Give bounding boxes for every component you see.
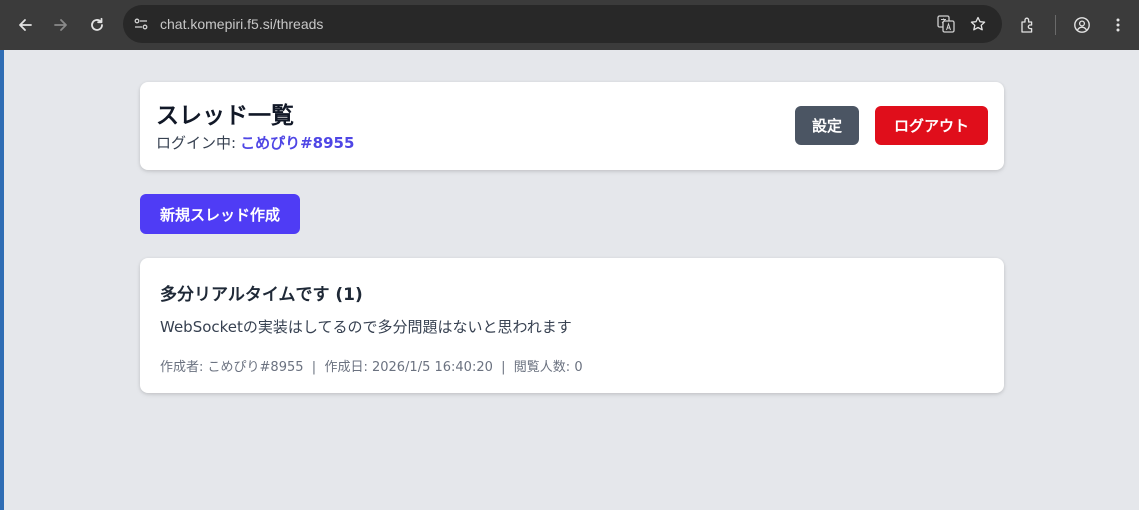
bookmark-star-icon[interactable] [966, 12, 990, 36]
settings-button[interactable]: 設定 [795, 106, 859, 145]
meta-separator: | [501, 360, 506, 375]
thread-preview: WebSocketの実装はしてるので多分問題はないと思われます [160, 318, 572, 336]
logout-button[interactable]: ログアウト [875, 106, 988, 145]
username: こめぴり#8955 [240, 134, 355, 152]
header-card: スレッド一覧 ログイン中: こめぴり#8955 設定 ログアウト [140, 82, 1004, 170]
meta-separator: | [311, 360, 317, 375]
thread-author: こめぴり#8955 [207, 360, 304, 375]
thread-title[interactable]: 多分リアルタイムです (1) [160, 280, 363, 305]
forward-arrow-icon[interactable] [49, 13, 73, 37]
url-text[interactable]: chat.komepiri.f5.si/threads [160, 5, 323, 43]
new-thread-button[interactable]: 新規スレッド作成 [140, 194, 300, 234]
toolbar-separator [1055, 15, 1056, 35]
address-bar[interactable]: chat.komepiri.f5.si/threads [123, 5, 1002, 43]
translate-icon[interactable] [934, 12, 958, 36]
author-label: 作成者: [160, 360, 204, 375]
profile-icon[interactable] [1070, 13, 1094, 37]
thread-view-count: 0 [574, 360, 583, 375]
page-title: スレッド一覧 [156, 103, 294, 129]
thread-card[interactable]: 多分リアルタイムです (1) WebSocketの実装はしてるので多分問題はない… [140, 258, 1004, 393]
thread-created-date: 2026/1/5 16:40:20 [371, 360, 493, 375]
site-settings-icon[interactable] [129, 12, 153, 36]
thread-meta: 作成者: こめぴり#8955 | 作成日: 2026/1/5 16:40:20 … [160, 356, 583, 375]
extensions-icon[interactable] [1016, 13, 1040, 37]
login-label: ログイン中: [156, 134, 237, 152]
reload-icon[interactable] [85, 13, 109, 37]
window-edge [0, 0, 4, 510]
back-arrow-icon[interactable] [13, 13, 37, 37]
menu-kebab-icon[interactable] [1106, 13, 1130, 37]
login-status: ログイン中: こめぴり#8955 [156, 132, 354, 153]
browser-toolbar: chat.komepiri.f5.si/threads [0, 0, 1139, 50]
created-label: 作成日: [324, 360, 368, 375]
views-label: 閲覧人数: [513, 360, 571, 375]
